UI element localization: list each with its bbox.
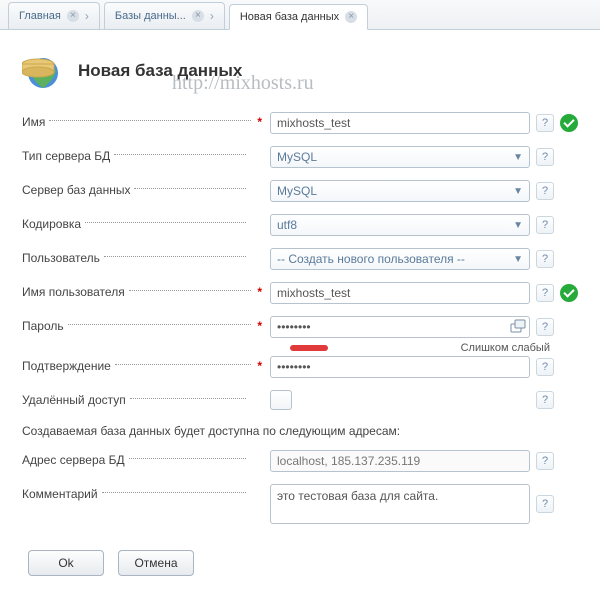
comment-textarea[interactable] xyxy=(270,484,530,524)
ok-button[interactable]: Ok xyxy=(28,550,104,576)
label-remote: Удалённый доступ xyxy=(22,393,126,407)
name-input[interactable] xyxy=(270,112,530,134)
help-icon[interactable]: ? xyxy=(536,114,554,132)
row-username: Имя пользователя * ? xyxy=(22,282,578,306)
tab-label: Главная xyxy=(19,10,61,22)
label-password: Пароль xyxy=(22,319,64,333)
help-icon[interactable]: ? xyxy=(536,250,554,268)
label-name: Имя xyxy=(22,115,45,129)
label-username: Имя пользователя xyxy=(22,285,125,299)
tab-databases[interactable]: Базы данны... × › xyxy=(104,2,225,29)
chevron-right-icon: › xyxy=(85,9,89,23)
help-icon[interactable]: ? xyxy=(536,284,554,302)
label-user: Пользователь xyxy=(22,251,100,265)
help-icon[interactable]: ? xyxy=(536,318,554,336)
cancel-button[interactable]: Отмена xyxy=(118,550,194,576)
label-server-addr: Адрес сервера БД xyxy=(22,453,125,467)
tab-label: Базы данны... xyxy=(115,10,186,22)
row-remote: Удалённый доступ ? xyxy=(22,390,578,414)
row-user: Пользователь -- Создать нового пользоват… xyxy=(22,248,578,272)
chevron-down-icon: ▼ xyxy=(513,254,523,265)
row-server-addr: Адрес сервера БД ? xyxy=(22,450,578,474)
chevron-down-icon: ▼ xyxy=(513,186,523,197)
required-icon: * xyxy=(257,285,262,299)
row-password: Пароль * ? xyxy=(22,316,578,340)
page-content: Новая база данных http://mixhosts.ru Имя… xyxy=(0,30,600,596)
close-icon[interactable]: × xyxy=(67,10,79,22)
db-server-select[interactable]: MySQL▼ xyxy=(270,180,530,202)
password-input[interactable] xyxy=(270,316,530,338)
label-encoding: Кодировка xyxy=(22,217,81,231)
check-ok-icon xyxy=(560,284,578,302)
tab-label: Новая база данных xyxy=(240,11,339,23)
close-icon[interactable]: × xyxy=(192,10,204,22)
address-note: Создаваемая база данных будет доступна п… xyxy=(22,424,578,438)
help-icon[interactable]: ? xyxy=(536,216,554,234)
page-header: Новая база данных http://mixhosts.ru xyxy=(22,50,578,92)
help-icon[interactable]: ? xyxy=(536,358,554,376)
help-icon[interactable]: ? xyxy=(536,452,554,470)
label-db-server: Сервер баз данных xyxy=(22,183,130,197)
label-comment: Комментарий xyxy=(22,487,98,501)
page-title: Новая база данных xyxy=(78,61,242,81)
database-world-icon xyxy=(22,50,64,92)
label-server-type: Тип сервера БД xyxy=(22,149,110,163)
tab-bar: Главная × › Базы данны... × › Новая база… xyxy=(0,0,600,30)
chevron-down-icon: ▼ xyxy=(513,220,523,231)
username-input[interactable] xyxy=(270,282,530,304)
row-name: Имя * ? xyxy=(22,112,578,136)
password-strength-label: Слишком слабый xyxy=(461,342,550,354)
password-strength: Слишком слабый xyxy=(290,342,550,354)
tab-main[interactable]: Главная × › xyxy=(8,2,100,29)
close-icon[interactable]: × xyxy=(345,11,357,23)
help-icon[interactable]: ? xyxy=(536,391,554,409)
row-comment: Комментарий ? xyxy=(22,484,578,524)
row-db-server: Сервер баз данных MySQL▼ ? xyxy=(22,180,578,204)
required-icon: * xyxy=(257,115,262,129)
chevron-right-icon: › xyxy=(210,9,214,23)
required-icon: * xyxy=(257,319,262,333)
password-generate-icon[interactable] xyxy=(510,319,526,335)
label-confirm: Подтверждение xyxy=(22,359,111,373)
remote-checkbox[interactable] xyxy=(270,390,292,410)
help-icon[interactable]: ? xyxy=(536,182,554,200)
check-ok-icon xyxy=(560,114,578,132)
button-bar: Ok Отмена xyxy=(22,550,578,576)
help-icon[interactable]: ? xyxy=(536,148,554,166)
required-icon: * xyxy=(257,359,262,373)
server-addr-input xyxy=(270,450,530,472)
chevron-down-icon: ▼ xyxy=(513,152,523,163)
row-confirm: Подтверждение * ? xyxy=(22,356,578,380)
server-type-select[interactable]: MySQL▼ xyxy=(270,146,530,168)
row-encoding: Кодировка utf8▼ ? xyxy=(22,214,578,238)
encoding-select[interactable]: utf8▼ xyxy=(270,214,530,236)
password-strength-bar xyxy=(290,345,328,351)
confirm-input[interactable] xyxy=(270,356,530,378)
tab-new-database[interactable]: Новая база данных × xyxy=(229,4,368,30)
help-icon[interactable]: ? xyxy=(536,495,554,513)
row-server-type: Тип сервера БД MySQL▼ ? xyxy=(22,146,578,170)
user-select[interactable]: -- Создать нового пользователя --▼ xyxy=(270,248,530,270)
